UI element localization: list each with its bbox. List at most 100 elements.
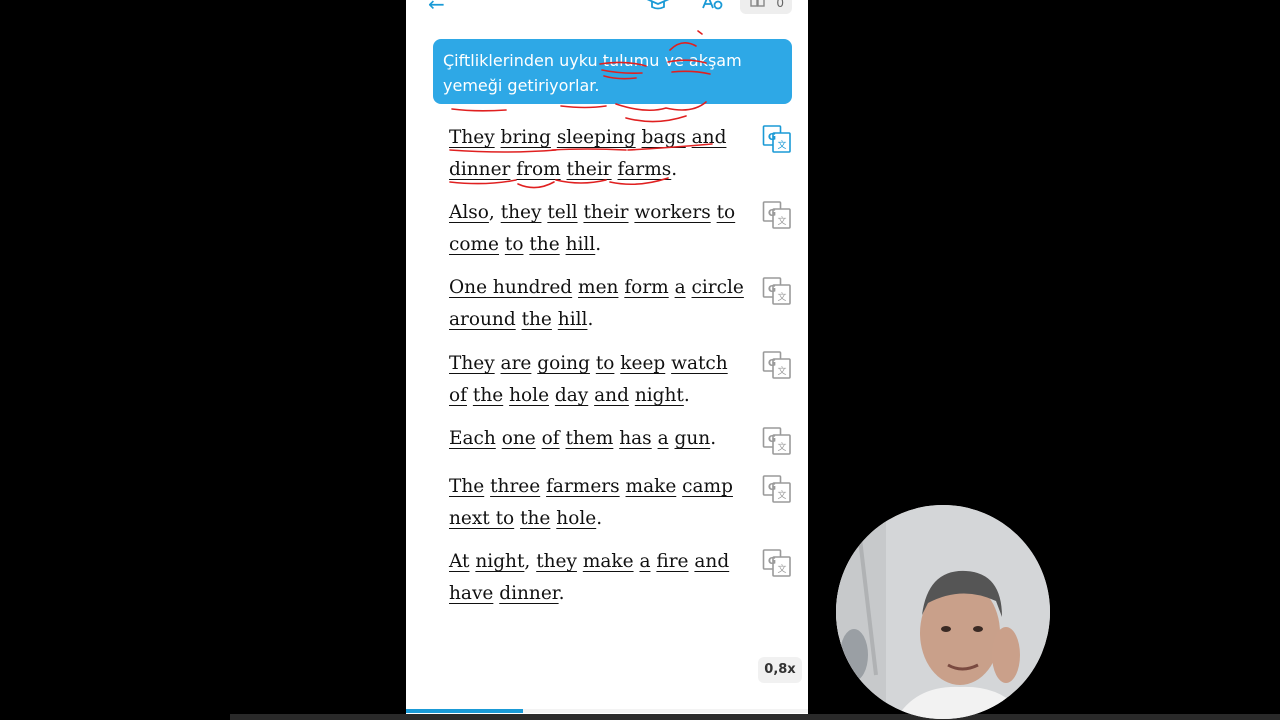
- word[interactable]: has: [619, 428, 651, 449]
- svg-text:G: G: [768, 284, 776, 295]
- top-toolbar: ← 0: [406, 0, 808, 24]
- graduation-cap-icon[interactable]: [646, 0, 670, 14]
- word[interactable]: night: [475, 551, 524, 572]
- word[interactable]: They: [449, 353, 495, 374]
- video-progress-line: [230, 714, 1280, 720]
- word[interactable]: from: [516, 159, 560, 180]
- sentence[interactable]: The three farmers make camp next to the …: [449, 471, 744, 535]
- word[interactable]: night: [635, 385, 684, 406]
- word[interactable]: the: [473, 385, 503, 406]
- word[interactable]: next to: [449, 508, 514, 529]
- font-size-icon[interactable]: [700, 0, 724, 14]
- word[interactable]: and: [594, 385, 629, 406]
- word[interactable]: of: [449, 385, 467, 406]
- back-arrow-icon[interactable]: ←: [428, 0, 445, 16]
- google-translate-icon[interactable]: G文: [762, 350, 792, 380]
- word[interactable]: make: [583, 551, 634, 572]
- word[interactable]: going: [537, 353, 590, 374]
- punctuation: .: [558, 583, 565, 604]
- google-translate-icon[interactable]: G文: [762, 548, 792, 578]
- punctuation: ,: [488, 202, 495, 223]
- word[interactable]: The: [449, 476, 484, 497]
- word[interactable]: their: [583, 202, 628, 223]
- word[interactable]: workers: [634, 202, 710, 223]
- svg-text:G: G: [768, 434, 776, 445]
- word[interactable]: of: [542, 428, 560, 449]
- word[interactable]: them: [566, 428, 614, 449]
- word[interactable]: they: [536, 551, 577, 572]
- sentence[interactable]: They bring sleeping bags and dinner from…: [449, 122, 744, 186]
- word[interactable]: the: [520, 508, 550, 529]
- word[interactable]: form: [624, 277, 668, 298]
- word[interactable]: At: [449, 551, 469, 572]
- pages-button[interactable]: 0: [740, 0, 792, 14]
- word[interactable]: They: [449, 127, 495, 148]
- word[interactable]: keep: [620, 353, 665, 374]
- word[interactable]: one: [502, 428, 536, 449]
- sentence[interactable]: One hundred men form a circle around the…: [449, 272, 744, 336]
- word[interactable]: tell: [547, 202, 577, 223]
- svg-text:文: 文: [777, 139, 786, 151]
- word[interactable]: the: [522, 309, 552, 330]
- sentence[interactable]: Each one of them has a gun.: [449, 423, 744, 455]
- word[interactable]: have: [449, 583, 493, 604]
- audio-progress-fill: [406, 709, 523, 713]
- word[interactable]: hole: [556, 508, 596, 529]
- google-translate-icon[interactable]: G文: [762, 124, 792, 154]
- word[interactable]: to: [596, 353, 615, 374]
- google-translate-icon[interactable]: G文: [762, 276, 792, 306]
- sentence[interactable]: Also, they tell their workers to come to…: [449, 197, 744, 261]
- svg-text:文: 文: [777, 489, 786, 501]
- word[interactable]: their: [567, 159, 612, 180]
- book-pages-icon: [750, 0, 765, 7]
- word[interactable]: are: [501, 353, 532, 374]
- svg-text:G: G: [768, 556, 776, 567]
- word[interactable]: dinner: [499, 583, 558, 604]
- punctuation: .: [587, 309, 594, 330]
- word[interactable]: Each: [449, 428, 496, 449]
- playback-speed-button[interactable]: 0,8x: [758, 657, 802, 683]
- word[interactable]: hole: [509, 385, 549, 406]
- word[interactable]: a: [658, 428, 669, 449]
- webcam-overlay: [836, 505, 1050, 719]
- word[interactable]: fire: [656, 551, 688, 572]
- google-translate-icon[interactable]: G文: [762, 200, 792, 230]
- svg-text:G: G: [768, 482, 776, 493]
- word[interactable]: to: [505, 234, 524, 255]
- word[interactable]: camp: [682, 476, 733, 497]
- reader-app: ← 0 Çiftliklerinden uyku tulumu ve akşam…: [406, 0, 808, 720]
- word[interactable]: dinner: [449, 159, 510, 180]
- word[interactable]: to: [717, 202, 736, 223]
- word[interactable]: hill: [558, 309, 588, 330]
- punctuation: .: [671, 159, 678, 180]
- word[interactable]: circle: [692, 277, 744, 298]
- word[interactable]: watch: [671, 353, 728, 374]
- word[interactable]: and: [694, 551, 729, 572]
- word[interactable]: farmers: [546, 476, 620, 497]
- word[interactable]: they: [501, 202, 542, 223]
- word[interactable]: hill: [566, 234, 596, 255]
- word[interactable]: bags: [642, 127, 686, 148]
- word[interactable]: One hundred: [449, 277, 572, 298]
- word[interactable]: around: [449, 309, 516, 330]
- word[interactable]: make: [626, 476, 677, 497]
- word[interactable]: men: [578, 277, 618, 298]
- audio-progress-bar[interactable]: [406, 709, 808, 713]
- word[interactable]: farms: [618, 159, 672, 180]
- word[interactable]: gun: [675, 428, 711, 449]
- word[interactable]: the: [529, 234, 559, 255]
- word[interactable]: a: [675, 277, 686, 298]
- sentence[interactable]: They are going to keep watch of the hole…: [449, 348, 744, 412]
- word[interactable]: and: [692, 127, 727, 148]
- punctuation: .: [683, 385, 690, 406]
- google-translate-icon[interactable]: G文: [762, 426, 792, 456]
- word[interactable]: bring: [501, 127, 551, 148]
- word[interactable]: sleeping: [557, 127, 636, 148]
- word[interactable]: three: [490, 476, 540, 497]
- google-translate-icon[interactable]: G文: [762, 474, 792, 504]
- word[interactable]: a: [639, 551, 650, 572]
- word[interactable]: come: [449, 234, 499, 255]
- word[interactable]: day: [555, 385, 588, 406]
- sentence[interactable]: At night, they make a fire and have dinn…: [449, 546, 744, 610]
- word[interactable]: Also: [449, 202, 489, 223]
